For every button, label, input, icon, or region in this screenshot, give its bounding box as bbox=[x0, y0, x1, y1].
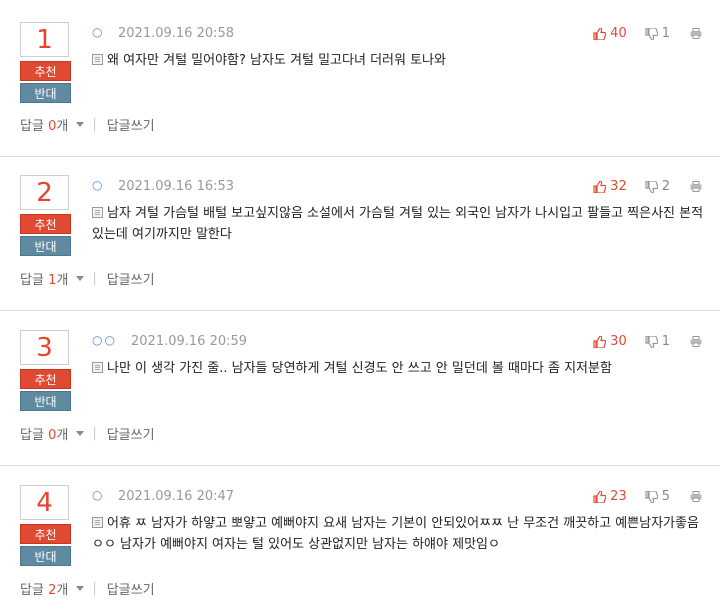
write-reply-link[interactable]: 답글쓰기 bbox=[107, 424, 155, 443]
divider bbox=[0, 156, 720, 157]
like-count: 40 bbox=[610, 26, 627, 41]
chevron-down-icon[interactable] bbox=[76, 276, 85, 281]
oppose-button[interactable]: 반대 bbox=[20, 546, 71, 566]
dislike-count: 5 bbox=[661, 489, 670, 504]
reply-row: 답글 0개 | 답글쓰기 bbox=[20, 115, 155, 134]
reply-row: 답글 1개 | 답글쓰기 bbox=[20, 269, 155, 288]
comment-date: 2021.09.16 20:59 bbox=[131, 334, 248, 349]
document-icon bbox=[92, 207, 103, 218]
separator: | bbox=[92, 581, 97, 596]
thumbs-up-icon bbox=[593, 490, 607, 503]
oppose-button[interactable]: 반대 bbox=[20, 236, 71, 256]
document-icon bbox=[92, 517, 103, 528]
comment-list: 1 추천 반대 ○ 2021.09.16 20:58 40 1 왜 여자만 겨털… bbox=[0, 0, 720, 603]
comment-date: 2021.09.16 16:53 bbox=[118, 179, 235, 194]
dislike-count: 2 bbox=[661, 179, 670, 194]
dislike-count: 1 bbox=[661, 334, 670, 349]
reply-label[interactable]: 답글 2개 bbox=[20, 579, 68, 598]
author-mark[interactable]: ○ bbox=[92, 488, 104, 502]
rank-number: 3 bbox=[20, 330, 69, 365]
print-icon[interactable] bbox=[690, 491, 702, 502]
comment-text: 나만 이 생각 가진 줄.. 남자들 당연하게 겨털 신경도 안 쓰고 안 밀던… bbox=[92, 358, 707, 379]
oppose-button[interactable]: 반대 bbox=[20, 83, 71, 103]
thumbs-up-icon bbox=[593, 180, 607, 193]
recommend-button[interactable]: 추천 bbox=[20, 61, 71, 81]
like-button[interactable]: 30 bbox=[593, 334, 627, 349]
write-reply-link[interactable]: 답글쓰기 bbox=[107, 115, 155, 134]
recommend-button[interactable]: 추천 bbox=[20, 524, 71, 544]
document-icon bbox=[92, 54, 103, 65]
comment-body: 왜 여자만 겨털 밀어야함? 남자도 겨털 밀고다녀 더러워 토나와 bbox=[107, 53, 446, 68]
comment-text: 남자 겨털 가슴털 배털 보고싶지않음 소설에서 가슴털 겨털 있는 외국인 남… bbox=[92, 203, 707, 245]
like-button[interactable]: 23 bbox=[593, 489, 627, 504]
rank-number: 4 bbox=[20, 485, 69, 520]
comment-item: 4 추천 반대 ○ 2021.09.16 20:47 23 5 어휴 ㅉ 남자가… bbox=[0, 485, 720, 603]
comment-meta: 40 1 bbox=[593, 26, 702, 41]
like-button[interactable]: 40 bbox=[593, 26, 627, 41]
like-count: 30 bbox=[610, 334, 627, 349]
separator: | bbox=[92, 271, 97, 286]
reply-label[interactable]: 답글 1개 bbox=[20, 269, 68, 288]
author-mark[interactable]: ○ bbox=[92, 25, 104, 39]
comment-body: 어휴 ㅉ 남자가 하얗고 뽀얗고 예뻐야지 요새 남자는 기본이 안되있어ㅉㅉ … bbox=[92, 516, 699, 552]
recommend-button[interactable]: 추천 bbox=[20, 369, 71, 389]
comment-body: 나만 이 생각 가진 줄.. 남자들 당연하게 겨털 신경도 안 쓰고 안 밀던… bbox=[107, 361, 612, 376]
comment-date: 2021.09.16 20:47 bbox=[118, 489, 235, 504]
print-icon[interactable] bbox=[690, 181, 702, 192]
dislike-button[interactable]: 2 bbox=[645, 179, 670, 194]
dislike-button[interactable]: 5 bbox=[645, 489, 670, 504]
author-mark[interactable]: ○○ bbox=[92, 333, 117, 347]
reply-row: 답글 0개 | 답글쓰기 bbox=[20, 424, 155, 443]
document-icon bbox=[92, 362, 103, 373]
chevron-down-icon[interactable] bbox=[76, 586, 85, 591]
rank-number: 2 bbox=[20, 175, 69, 210]
comment-text: 왜 여자만 겨털 밀어야함? 남자도 겨털 밀고다녀 더러워 토나와 bbox=[92, 50, 707, 71]
comment-text: 어휴 ㅉ 남자가 하얗고 뽀얗고 예뻐야지 요새 남자는 기본이 안되있어ㅉㅉ … bbox=[92, 513, 707, 555]
write-reply-link[interactable]: 답글쓰기 bbox=[107, 579, 155, 598]
like-button[interactable]: 32 bbox=[593, 179, 627, 194]
divider bbox=[0, 465, 720, 466]
print-icon[interactable] bbox=[690, 28, 702, 39]
write-reply-link[interactable]: 답글쓰기 bbox=[107, 269, 155, 288]
dislike-button[interactable]: 1 bbox=[645, 26, 670, 41]
separator: | bbox=[92, 117, 97, 132]
divider bbox=[0, 310, 720, 311]
oppose-button[interactable]: 반대 bbox=[20, 391, 71, 411]
thumbs-down-icon bbox=[645, 27, 658, 40]
thumbs-up-icon bbox=[593, 335, 607, 348]
dislike-count: 1 bbox=[661, 26, 670, 41]
reply-row: 답글 2개 | 답글쓰기 bbox=[20, 579, 155, 598]
print-icon[interactable] bbox=[690, 336, 702, 347]
like-count: 23 bbox=[610, 489, 627, 504]
thumbs-down-icon bbox=[645, 180, 658, 193]
comment-date: 2021.09.16 20:58 bbox=[118, 26, 235, 41]
comment-meta: 23 5 bbox=[593, 489, 702, 504]
like-count: 32 bbox=[610, 179, 627, 194]
comment-item: 2 추천 반대 ○ 2021.09.16 16:53 32 2 남자 겨털 가슴… bbox=[0, 175, 720, 331]
comment-meta: 30 1 bbox=[593, 334, 702, 349]
thumbs-down-icon bbox=[645, 490, 658, 503]
chevron-down-icon[interactable] bbox=[76, 431, 85, 436]
rank-number: 1 bbox=[20, 22, 69, 57]
comment-meta: 32 2 bbox=[593, 179, 702, 194]
reply-label[interactable]: 답글 0개 bbox=[20, 424, 68, 443]
thumbs-down-icon bbox=[645, 335, 658, 348]
separator: | bbox=[92, 426, 97, 441]
comment-item: 3 추천 반대 ○○ 2021.09.16 20:59 30 1 나만 이 생각… bbox=[0, 330, 720, 486]
comment-item: 1 추천 반대 ○ 2021.09.16 20:58 40 1 왜 여자만 겨털… bbox=[0, 22, 720, 178]
recommend-button[interactable]: 추천 bbox=[20, 214, 71, 234]
author-mark[interactable]: ○ bbox=[92, 178, 104, 192]
chevron-down-icon[interactable] bbox=[76, 122, 85, 127]
reply-label[interactable]: 답글 0개 bbox=[20, 115, 68, 134]
dislike-button[interactable]: 1 bbox=[645, 334, 670, 349]
comment-body: 남자 겨털 가슴털 배털 보고싶지않음 소설에서 가슴털 겨털 있는 외국인 남… bbox=[92, 206, 704, 242]
thumbs-up-icon bbox=[593, 27, 607, 40]
